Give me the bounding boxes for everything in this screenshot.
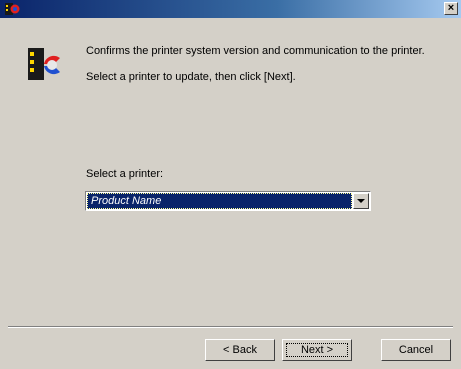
- cancel-button-label: Cancel: [398, 344, 434, 356]
- cancel-button[interactable]: Cancel: [381, 339, 451, 361]
- chevron-down-icon: [357, 199, 365, 203]
- footer-separator: [8, 326, 453, 328]
- next-button[interactable]: Next >: [282, 339, 352, 361]
- title-bar[interactable]: ×: [0, 0, 461, 18]
- back-button[interactable]: < Back: [205, 339, 275, 361]
- description-line-1: Confirms the printer system version and …: [86, 45, 425, 57]
- printer-select[interactable]: Product Name: [85, 191, 371, 211]
- printer-update-icon: [28, 48, 60, 80]
- dropdown-button[interactable]: [353, 193, 369, 209]
- printer-select-value[interactable]: Product Name: [87, 193, 352, 209]
- description-line-2: Select a printer to update, then click […: [86, 71, 296, 83]
- select-printer-label: Select a printer:: [86, 168, 164, 180]
- close-icon[interactable]: ×: [444, 2, 458, 15]
- back-button-label: < Back: [223, 344, 257, 356]
- app-icon: [5, 3, 20, 15]
- next-button-label: Next >: [300, 344, 334, 356]
